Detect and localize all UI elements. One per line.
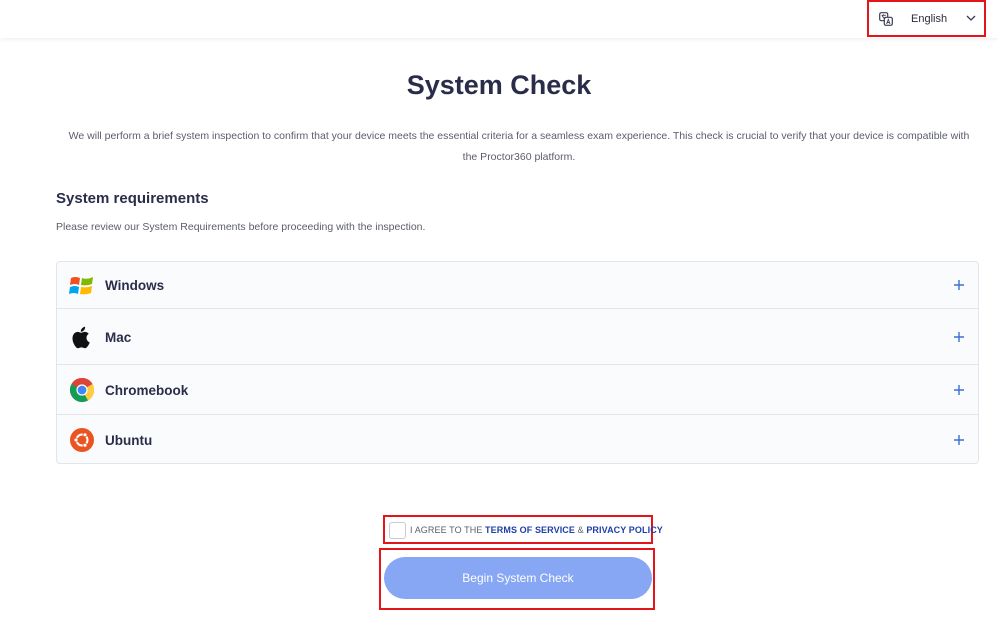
chevron-down-icon — [966, 15, 976, 21]
windows-icon — [69, 277, 93, 295]
accordion-label-windows: Windows — [105, 278, 165, 293]
terms-of-service-link[interactable]: TERMS OF SERVICE — [485, 525, 575, 535]
begin-system-check-button[interactable]: Begin System Check — [384, 557, 652, 599]
requirements-subtext: Please review our System Requirements be… — [56, 221, 426, 233]
accordion-item-chromebook[interactable]: Chromebook — [57, 365, 978, 415]
privacy-policy-link[interactable]: PRIVACY POLICY — [586, 525, 663, 535]
language-selector[interactable]: English — [867, 0, 986, 37]
agreement-prefix: I AGREE TO THE — [410, 525, 483, 535]
accordion-item-mac[interactable]: Mac — [57, 309, 978, 365]
accordion-label-chromebook: Chromebook — [105, 383, 189, 398]
agreement-text: I AGREE TO THE TERMS OF SERVICE & PRIVAC… — [410, 525, 663, 535]
chrome-icon — [69, 377, 95, 403]
accordion-item-ubuntu[interactable]: Ubuntu — [57, 415, 978, 463]
plus-icon — [954, 332, 964, 342]
page-title: System Check — [406, 70, 592, 100]
agreement-ampersand: & — [577, 525, 584, 535]
intro-text: We will perform a brief system inspectio… — [68, 130, 970, 163]
requirements-heading: System requirements — [56, 190, 209, 207]
plus-icon — [954, 280, 964, 290]
begin-button-container: Begin System Check — [379, 548, 655, 610]
requirements-accordion: Windows Mac Chromebook Ubuntu — [56, 261, 979, 464]
ubuntu-icon — [70, 428, 94, 452]
plus-icon — [954, 385, 964, 395]
agreement-row: I AGREE TO THE TERMS OF SERVICE & PRIVAC… — [383, 515, 663, 544]
accordion-label-ubuntu: Ubuntu — [105, 433, 153, 448]
apple-icon — [72, 326, 90, 349]
agree-checkbox[interactable] — [389, 522, 406, 539]
accordion-label-mac: Mac — [105, 330, 132, 345]
accordion-item-windows[interactable]: Windows — [57, 262, 978, 309]
plus-icon — [954, 435, 964, 445]
top-bar: English — [0, 0, 998, 38]
translate-icon — [879, 12, 893, 26]
language-label: English — [911, 13, 948, 25]
